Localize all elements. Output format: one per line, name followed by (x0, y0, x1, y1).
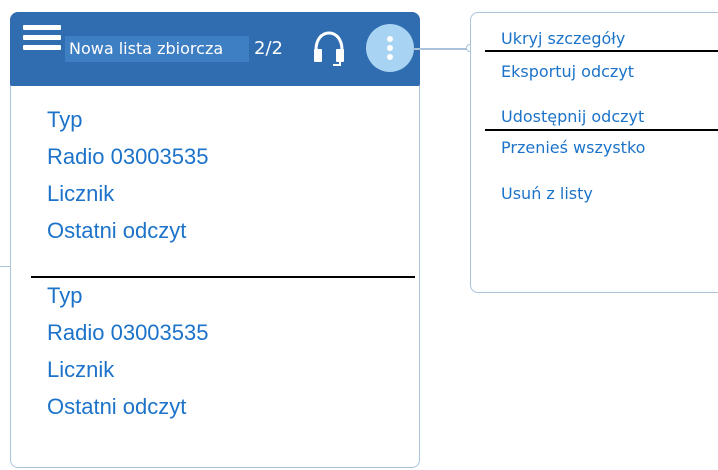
headset-icon[interactable] (311, 29, 347, 67)
record-meter-label: Licznik (47, 357, 115, 382)
menu-divider (485, 50, 718, 52)
record-meter-label: Licznik (47, 181, 115, 206)
menu-item-share-reading[interactable]: Udostępnij odczyt (501, 106, 644, 128)
record-1[interactable]: Typ Radio 03003535 Licznik Ostatni odczy… (47, 101, 407, 249)
record-last-reading-label: Ostatni odczyt (47, 218, 187, 243)
screen: Nowa lista zbiorcza 2/2 Typ Radio 030035… (0, 0, 718, 470)
menu-connector-line (413, 48, 471, 50)
more-options-button[interactable] (366, 24, 414, 72)
list-title[interactable]: Nowa lista zbiorcza (65, 36, 249, 62)
hamburger-menu-icon[interactable] (23, 25, 61, 51)
page-counter: 2/2 (254, 38, 283, 59)
vertical-dots-icon (387, 36, 393, 42)
record-type-label: Typ (47, 283, 83, 308)
menu-item-export-reading[interactable]: Eksportuj odczyt (501, 61, 634, 83)
record-radio: Radio 03003535 (47, 320, 209, 345)
menu-item-hide-details[interactable]: Ukryj szczegóły (501, 28, 625, 50)
record-type-label: Typ (47, 107, 83, 132)
menu-divider (485, 129, 718, 131)
record-last-reading-label: Ostatni odczyt (47, 394, 187, 419)
panel-edge-tick (0, 266, 10, 267)
record-2[interactable]: Typ Radio 03003535 Licznik Ostatni odczy… (47, 277, 407, 425)
menu-item-move-all[interactable]: Przenieś wszystko (501, 137, 645, 159)
menu-item-remove-from-list[interactable]: Usuń z listy (501, 183, 593, 205)
record-radio: Radio 03003535 (47, 144, 209, 169)
